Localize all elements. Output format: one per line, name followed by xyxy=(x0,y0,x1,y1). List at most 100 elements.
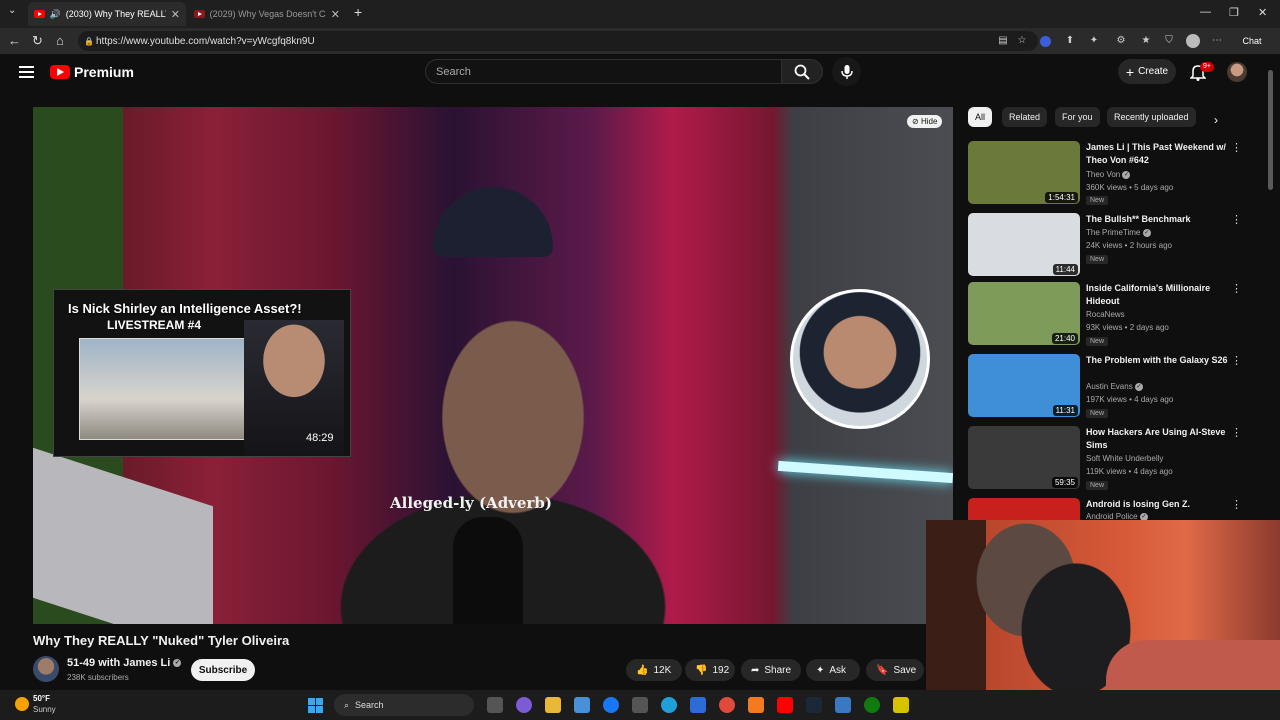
menu-icon[interactable] xyxy=(19,66,34,78)
steam-icon[interactable] xyxy=(806,697,822,713)
xbox-icon[interactable] xyxy=(864,697,880,713)
chrome-icon[interactable] xyxy=(719,697,735,713)
maximize-icon[interactable]: ❐ xyxy=(1229,6,1239,19)
video-duration: 21:40 xyxy=(1051,333,1078,344)
recommendation-item[interactable]: 11:44 The Bullsh** Benchmark The PrimeTi… xyxy=(968,213,1258,277)
chip-all[interactable]: All xyxy=(968,107,993,127)
minimize-icon[interactable]: — xyxy=(1200,6,1211,18)
chip-recently-uploaded[interactable]: Recently uploaded xyxy=(1107,107,1196,127)
video-duration: 1:54:31 xyxy=(1045,192,1078,203)
file-explorer-icon[interactable] xyxy=(545,697,561,713)
favorites-icon[interactable]: ★ xyxy=(1139,34,1153,48)
create-label: Create xyxy=(1138,66,1169,77)
ask-button[interactable]: ✦ Ask xyxy=(806,659,860,681)
video-duration: 59:35 xyxy=(1051,477,1078,488)
plus-icon: + xyxy=(1125,63,1135,80)
endcard-subtitle: LIVESTREAM #4 xyxy=(107,318,202,332)
more-options-icon[interactable]: ⋮ xyxy=(1231,498,1242,511)
endcard-channel-subscribe[interactable] xyxy=(790,289,930,429)
close-tab-icon[interactable]: ✕ xyxy=(171,8,180,21)
windows-start-icon[interactable] xyxy=(308,698,323,713)
more-options-icon[interactable]: ⋮ xyxy=(1231,354,1242,367)
taskbar-search-label: Search xyxy=(355,700,384,710)
like-button[interactable]: 👍 12K xyxy=(626,659,682,681)
microphone-icon xyxy=(840,64,853,79)
search-input[interactable]: Search xyxy=(425,59,782,84)
new-tab-icon[interactable]: + xyxy=(354,4,362,20)
facebook-icon[interactable] xyxy=(603,697,619,713)
presenter-cap-graphic xyxy=(433,187,553,257)
refresh-icon[interactable]: ↻ xyxy=(32,33,43,49)
copilot-chat-button[interactable]: Chat xyxy=(1234,34,1270,48)
recommendation-item[interactable]: 21:40 Inside California's Millionaire Hi… xyxy=(968,282,1258,346)
thumbs-up-icon: 👍 xyxy=(636,664,649,676)
channel-avatar[interactable] xyxy=(33,656,59,682)
taskbar-search[interactable]: ⌕ Search xyxy=(334,694,474,716)
calculator-icon[interactable] xyxy=(690,697,706,713)
channel-text: Theo Von xyxy=(1086,170,1121,179)
split-screen-icon[interactable]: ⚙ xyxy=(1114,34,1128,48)
youtube-premium-logo[interactable]: Premium xyxy=(50,64,134,80)
browser-tab-bar: ⌄ 🔊 (2030) Why They REALLY "Nu ✕ (2029) … xyxy=(0,0,1280,28)
more-options-icon[interactable]: ⋮ xyxy=(1231,282,1242,295)
extensions-icon[interactable]: ✦ xyxy=(1087,34,1101,48)
more-options-icon[interactable]: ⋮ xyxy=(1231,213,1242,226)
new-badge: New xyxy=(1086,409,1109,418)
more-menu-icon[interactable]: ⋯ xyxy=(1210,34,1224,48)
hide-endcards-button[interactable]: ⊘ Hide xyxy=(907,115,943,128)
app-icon[interactable] xyxy=(835,697,851,713)
bookmark-icon: 🔖 xyxy=(876,664,889,676)
close-tab-icon[interactable]: ✕ xyxy=(331,8,340,21)
user-avatar[interactable] xyxy=(1227,62,1247,82)
url-field[interactable]: 🔒 https://www.youtube.com/watch?v=yWcgfq… xyxy=(78,31,1038,51)
tab-title: (2030) Why They REALLY "Nu xyxy=(65,9,166,19)
search-placeholder: Search xyxy=(436,65,471,78)
recommendation-item[interactable]: 1:54:31 James Li | This Past Weekend w/ … xyxy=(968,141,1258,205)
youtube-favicon-icon xyxy=(34,10,45,18)
store-icon[interactable] xyxy=(574,697,590,713)
tab-list-icon[interactable]: ⌄ xyxy=(8,5,16,16)
chevron-right-icon[interactable]: › xyxy=(1214,113,1218,127)
more-options-icon[interactable]: ⋮ xyxy=(1231,141,1242,154)
extension-icon[interactable] xyxy=(1040,36,1051,47)
weather-sun-icon[interactable] xyxy=(15,697,29,711)
more-options-icon[interactable]: ⋮ xyxy=(1231,426,1242,439)
chip-related[interactable]: Related xyxy=(1002,107,1048,127)
vlc-icon[interactable] xyxy=(748,697,764,713)
edge-icon[interactable] xyxy=(661,697,677,713)
subscribe-button[interactable]: Subscribe xyxy=(191,659,255,681)
amazon-icon[interactable] xyxy=(632,697,648,713)
recommendation-channel: RocaNews xyxy=(1086,310,1125,319)
extension-pin-icon[interactable]: ⬆ xyxy=(1063,34,1077,48)
verified-icon: ✓ xyxy=(1134,382,1143,391)
close-window-icon[interactable]: ✕ xyxy=(1258,6,1267,19)
reader-mode-icon[interactable]: ▤ xyxy=(996,34,1010,48)
back-icon[interactable]: ← xyxy=(8,33,21,48)
recommendation-item[interactable]: 59:35 How Hackers Are Using AI-Steve Sim… xyxy=(968,426,1258,490)
recommendation-meta: 24K views • 2 hours ago xyxy=(1086,241,1172,250)
search-button[interactable] xyxy=(781,59,823,84)
verified-icon: ✓ xyxy=(173,659,182,668)
task-view-icon[interactable] xyxy=(487,697,503,713)
voice-search-button[interactable] xyxy=(832,57,861,86)
recommendation-meta: 119K views • 4 days ago xyxy=(1086,467,1173,476)
home-icon[interactable]: ⌂ xyxy=(56,33,64,48)
video-player[interactable]: Alleged-ly (Adverb) ⊘ Hide Is Nick Shirl… xyxy=(33,107,953,624)
youtube-app-icon[interactable] xyxy=(777,697,793,713)
recommendation-item[interactable]: 11:31 The Problem with the Galaxy S26 Au… xyxy=(968,354,1258,418)
copilot-icon[interactable] xyxy=(516,697,532,713)
dislike-button[interactable]: 👎 192 xyxy=(685,659,735,681)
endcard-video[interactable]: Is Nick Shirley an Intelligence Asset?! … xyxy=(53,289,351,457)
tab-second[interactable]: (2029) Why Vegas Doesn't Care ✕ xyxy=(188,2,346,26)
notes-icon[interactable] xyxy=(893,697,909,713)
channel-name[interactable]: 51-49 with James Li ✓ xyxy=(67,657,182,669)
profile-icon[interactable] xyxy=(1186,34,1200,48)
favorite-star-icon[interactable]: ☆ xyxy=(1015,34,1029,48)
shield-icon[interactable]: ⛉ xyxy=(1162,34,1176,48)
save-button[interactable]: 🔖 Save xyxy=(866,659,924,681)
chip-for-you[interactable]: For you xyxy=(1055,107,1100,127)
page-scrollbar[interactable] xyxy=(1268,70,1273,190)
create-button[interactable]: + Create xyxy=(1118,59,1176,84)
tab-current[interactable]: 🔊 (2030) Why They REALLY "Nu ✕ xyxy=(28,2,186,26)
share-button[interactable]: ➦ Share xyxy=(741,659,801,681)
